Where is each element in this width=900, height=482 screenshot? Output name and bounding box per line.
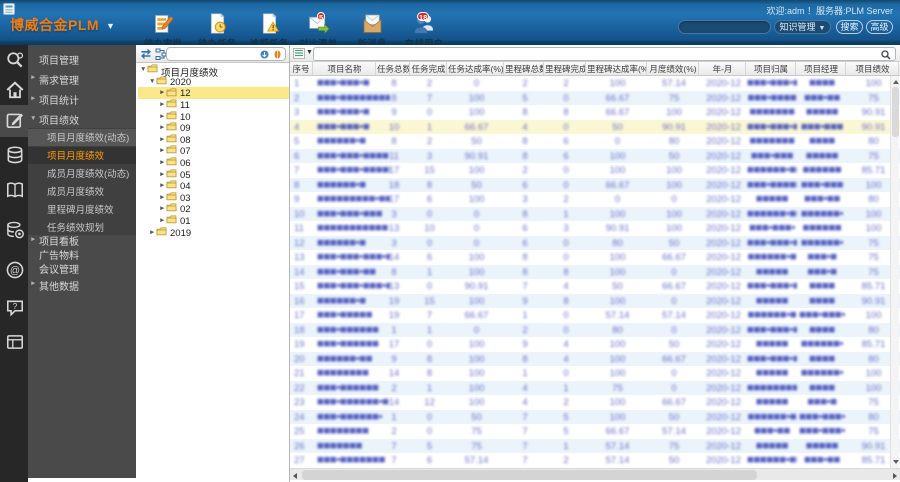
svg-text:?: ?: [13, 301, 18, 311]
svg-text:@: @: [10, 265, 20, 276]
